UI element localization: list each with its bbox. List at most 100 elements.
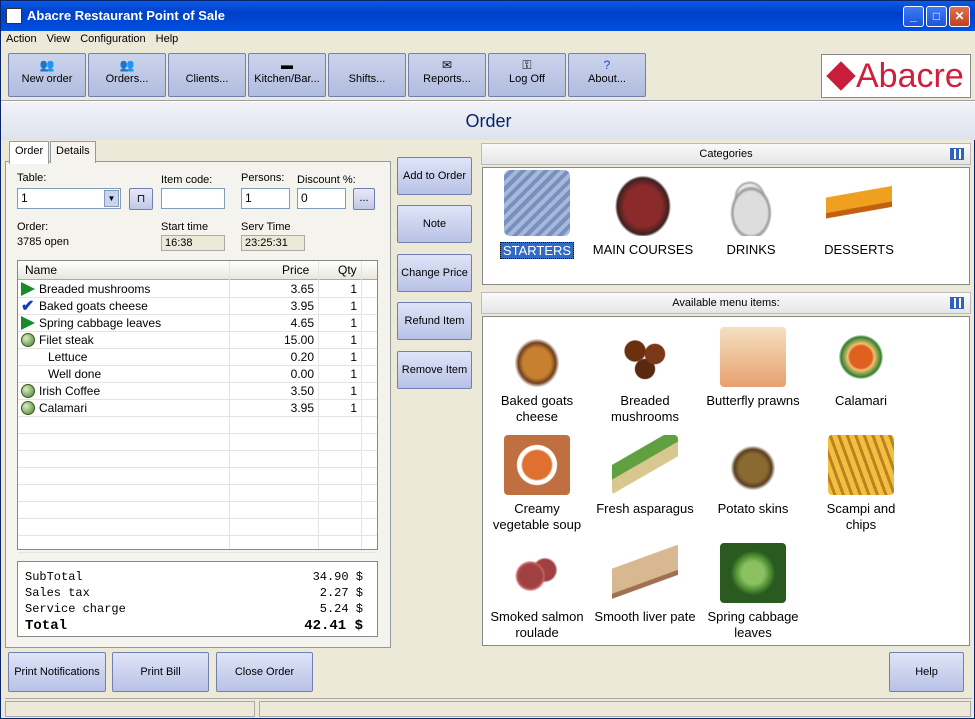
add-to-order-button[interactable]: Add to Order	[397, 157, 472, 195]
table-select[interactable]: 1 ▼	[17, 188, 121, 209]
checkmark-icon: ✔	[21, 298, 35, 315]
menu-action[interactable]: Action	[1, 31, 42, 47]
menu-item-name-line2: mushrooms	[611, 409, 679, 424]
categories-panel: STARTERS MAIN COURSES DRINKS DESSERTS	[482, 167, 970, 285]
change-price-button[interactable]: Change Price	[397, 254, 472, 292]
reports-icon: ✉	[441, 58, 453, 72]
logo-cube-icon	[826, 61, 856, 91]
row-price: 3.50	[290, 384, 314, 398]
row-qty: 1	[350, 350, 357, 364]
table-row[interactable]: Filet steak 15.00 1	[18, 332, 377, 349]
minimize-button[interactable]: _	[903, 6, 924, 27]
title-bar[interactable]: Abacre Restaurant Point of Sale _ □ ✕	[1, 1, 975, 31]
menu-item[interactable]: Smoked salmon roulade	[483, 543, 591, 641]
table-row[interactable]: Spring cabbage leaves 4.65 1	[18, 315, 377, 332]
table-row[interactable]: ✔ Baked goats cheese 3.95 1	[18, 298, 377, 315]
menu-item-name-line1: Butterfly prawns	[706, 393, 800, 408]
tab-details[interactable]: Details	[50, 141, 96, 163]
category-drinks[interactable]: DRINKS	[697, 170, 805, 257]
close-order-button[interactable]: Close Order	[216, 652, 313, 692]
menu-item[interactable]: Scampi and chips	[807, 435, 915, 533]
view-options-icon[interactable]	[950, 297, 964, 309]
order-items-grid[interactable]: Name Price Qty Breaded mushrooms 3.65 1 ✔ Ba…	[17, 260, 378, 553]
row-qty: 1	[350, 401, 357, 415]
table-row[interactable]: Calamari 3.95 1	[18, 400, 377, 417]
shifts-button[interactable]: Shifts...	[328, 53, 406, 97]
menu-item[interactable]: Potato skins	[699, 435, 807, 517]
menu-item[interactable]: Breaded mushrooms	[591, 327, 699, 425]
kitchen-icon: ▬	[281, 58, 293, 72]
new-order-button[interactable]: 👥 New order	[8, 53, 86, 97]
row-qty: 1	[350, 384, 357, 398]
menu-item[interactable]: Fresh asparagus	[591, 435, 699, 517]
table-row[interactable]: Well done 0.00 1	[18, 366, 377, 383]
refund-item-button[interactable]: Refund Item	[397, 302, 472, 340]
print-notifications-button[interactable]: Print Notifications	[8, 652, 106, 692]
orders-button[interactable]: 👥 Orders...	[88, 53, 166, 97]
col-name-header[interactable]: Name	[25, 263, 57, 277]
menu-item[interactable]: Spring cabbage leaves	[699, 543, 807, 641]
menu-item[interactable]: Smooth liver pate	[591, 543, 699, 625]
maximize-button[interactable]: □	[926, 6, 947, 27]
sent-play-icon	[21, 282, 35, 296]
help-button[interactable]: Help	[889, 652, 964, 692]
row-price: 3.65	[290, 282, 314, 296]
key-icon: ⚿	[522, 58, 532, 72]
row-name: Breaded mushrooms	[39, 282, 151, 296]
menu-item-image	[720, 327, 786, 387]
row-qty: 1	[350, 316, 357, 330]
table-row[interactable]: Breaded mushrooms 3.65 1	[18, 281, 377, 298]
tab-order[interactable]: Order	[9, 141, 50, 164]
note-button[interactable]: Note	[397, 205, 472, 243]
log-off-button[interactable]: ⚿ Log Off	[488, 53, 566, 97]
row-price: 4.65	[290, 316, 314, 330]
table-row[interactable]: Irish Coffee 3.50 1	[18, 383, 377, 400]
menu-item[interactable]: Butterfly prawns	[699, 327, 807, 409]
desserts-image	[826, 170, 892, 236]
discount-options-button[interactable]: ...	[353, 188, 375, 210]
col-qty-header[interactable]: Qty	[338, 263, 357, 277]
order-number: 3785 open	[17, 236, 69, 248]
menu-item-name-line1: Scampi and	[826, 501, 896, 516]
reports-button[interactable]: ✉ Reports...	[408, 53, 486, 97]
menu-help[interactable]: Help	[151, 31, 184, 47]
remove-item-button[interactable]: Remove Item	[397, 351, 472, 389]
menu-configuration[interactable]: Configuration	[75, 31, 150, 47]
discount-input[interactable]: 0	[297, 188, 346, 209]
menu-item-image	[612, 543, 678, 603]
row-name: Well done	[48, 367, 102, 381]
close-button[interactable]: ✕	[949, 6, 970, 27]
category-starters[interactable]: STARTERS	[483, 170, 591, 259]
about-button[interactable]: ? About...	[568, 53, 646, 97]
table-row[interactable]: Lettuce 0.20 1	[18, 349, 377, 366]
row-qty: 1	[350, 333, 357, 347]
start-time-value: 16:38	[161, 235, 225, 251]
menu-item[interactable]: Baked goats cheese	[483, 327, 591, 425]
pending-ball-icon	[21, 333, 35, 347]
empty-row	[18, 434, 377, 451]
menu-item-name-line2: leaves	[734, 625, 772, 640]
table-picker-button[interactable]: ⊓	[129, 188, 153, 210]
category-main-courses[interactable]: MAIN COURSES	[589, 170, 697, 257]
col-price-header[interactable]: Price	[282, 263, 309, 277]
people-add-icon: 👥	[39, 58, 55, 72]
app-window: Abacre Restaurant Point of Sale _ □ ✕ Ac…	[0, 0, 975, 719]
menu-item-name-line1: Potato skins	[717, 501, 789, 516]
kitchen-bar-button[interactable]: ▬ Kitchen/Bar...	[248, 53, 326, 97]
clients-button[interactable]: Clients...	[168, 53, 246, 97]
print-bill-button[interactable]: Print Bill	[112, 652, 209, 692]
persons-input[interactable]: 1	[241, 188, 290, 209]
menu-item-image	[720, 435, 786, 495]
view-options-icon[interactable]	[950, 148, 964, 160]
empty-row	[18, 451, 377, 468]
menu-item[interactable]: Calamari	[807, 327, 915, 409]
row-price: 3.95	[290, 299, 314, 313]
item-code-input[interactable]	[161, 188, 225, 209]
category-desserts[interactable]: DESSERTS	[805, 170, 913, 257]
chevron-down-icon[interactable]: ▼	[104, 190, 119, 207]
menu-item[interactable]: Creamy vegetable soup	[483, 435, 591, 533]
app-icon	[6, 8, 22, 24]
empty-row	[18, 417, 377, 434]
menu-view[interactable]: View	[42, 31, 76, 47]
menu-item-name-line2: chips	[845, 517, 877, 532]
